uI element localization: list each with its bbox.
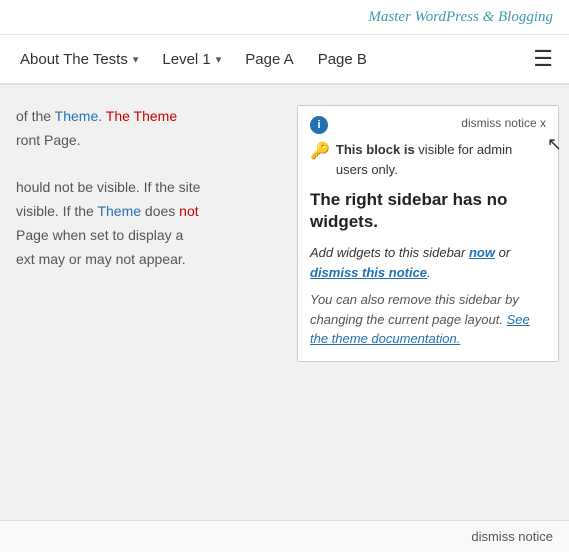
is-bold: is [404,142,415,157]
main-content: of the Theme. The Theme ront Page. hould… [0,85,569,475]
dismiss-this-notice-link[interactable]: dismiss this notice [310,265,427,280]
notice-header: i dismiss notice x ↖ [310,116,546,134]
cursor-indicator: ↖ [547,134,562,155]
visible-text: This block is visible for admin users on… [336,140,546,179]
nav-bar: About The Tests ▾ Level 1 ▾ Page A Page … [0,35,569,85]
nav-item-about[interactable]: About The Tests ▾ [8,35,150,83]
nav-item-page-a[interactable]: Page A [233,35,305,83]
text-not-red: not [179,203,198,219]
visible-block: 🔑 This block is visible for admin users … [310,140,546,179]
now-link[interactable]: now [469,245,495,260]
nav-item-page-b[interactable]: Page B [306,35,379,83]
notice-body-1: Add widgets to this sidebar now or dismi… [310,243,546,282]
text-of-the-theme: of the [16,108,55,124]
text-theme-blue2: Theme [97,203,141,219]
notice-title: The right sidebar has no widgets. [310,189,546,233]
admin-notice-box: i dismiss notice x ↖ 🔑 This block is vis… [297,105,559,362]
chevron-down-icon: ▾ [133,53,139,66]
site-header: Master WordPress & Blogging [0,0,569,35]
text-the-theme-red: The Theme [106,108,177,124]
info-icon: i [310,116,328,134]
notice-body-2: You can also remove this sidebar by chan… [310,290,546,349]
left-content: of the Theme. The Theme ront Page. hould… [0,85,297,475]
key-icon: 🔑 [310,141,330,161]
nav-item-level1[interactable]: Level 1 ▾ [150,35,233,83]
hamburger-icon[interactable]: ☰ [525,46,561,72]
dismiss-notice-button[interactable]: dismiss notice x [461,116,546,130]
text-theme-blue: Theme [55,108,99,124]
bottom-dismiss-button[interactable]: dismiss notice [471,529,553,544]
chevron-down-icon: ▾ [216,53,222,66]
sidebar-panel: i dismiss notice x ↖ 🔑 This block is vis… [297,95,559,465]
this-block-bold: This block [336,142,400,157]
site-title: Master WordPress & Blogging [368,9,553,25]
bottom-bar: dismiss notice [0,520,569,552]
